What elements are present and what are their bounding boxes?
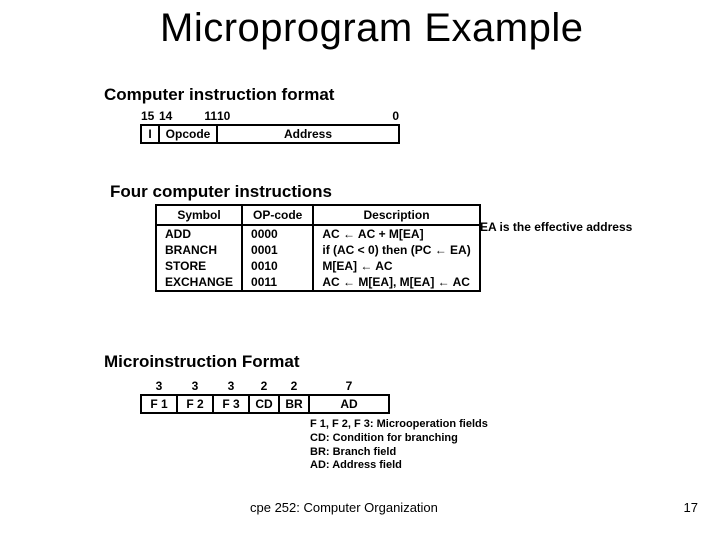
field-AD: AD [309,395,389,413]
bit-label: 1411 [159,108,217,125]
field-BR: BR [279,395,309,413]
field-F1: F 1 [141,395,177,413]
cell-symbol: BRANCH [156,242,242,258]
bit-label: 15 [141,108,159,125]
cell-desc: if (AC < 0) then (PC ← EA) [313,242,479,258]
table-row: BRANCH 0001 if (AC < 0) then (PC ← EA) [156,242,480,258]
cell-opcode: 0000 [242,225,313,242]
bit-width: 3 [177,378,213,395]
instruction-format-diagram: 15 1411 100 I Opcode Address [140,108,400,144]
legend-line: BR: Branch field [310,446,488,460]
bit-width: 3 [213,378,249,395]
legend-line: F 1, F 2, F 3: Microoperation fields [310,418,488,432]
slide-title: Microprogram Example [160,6,583,51]
table-row: ADD 0000 AC ← AC + M[EA] [156,225,480,242]
instruction-table: Symbol OP-code Description ADD 0000 AC ←… [155,204,481,292]
section-heading-instructions: Four computer instructions [110,182,332,202]
bit-width: 2 [279,378,309,395]
field-I: I [141,125,159,143]
cell-symbol: STORE [156,258,242,274]
cell-symbol: ADD [156,225,242,242]
field-F3: F 3 [213,395,249,413]
col-symbol: Symbol [156,205,242,225]
table-row: EXCHANGE 0011 AC ← M[EA], M[EA] ← AC [156,274,480,291]
table-row: STORE 0010 M[EA] ← AC [156,258,480,274]
cell-desc: AC ← M[EA], M[EA] ← AC [313,274,479,291]
field-F2: F 2 [177,395,213,413]
cell-desc: M[EA] ← AC [313,258,479,274]
section-heading-microformat: Microinstruction Format [104,352,300,372]
footer-course: cpe 252: Computer Organization [250,500,438,515]
field-address: Address [217,125,399,143]
section-heading-format: Computer instruction format [104,85,334,105]
field-opcode: Opcode [159,125,217,143]
cell-opcode: 0010 [242,258,313,274]
bit-width: 3 [141,378,177,395]
field-CD: CD [249,395,279,413]
field-legend: F 1, F 2, F 3: Microoperation fields CD:… [310,418,488,473]
col-description: Description [313,205,479,225]
cell-opcode: 0001 [242,242,313,258]
bit-width: 7 [309,378,389,395]
cell-desc: AC ← AC + M[EA] [313,225,479,242]
bit-width: 2 [249,378,279,395]
bit-label: 100 [217,108,399,125]
microinstruction-format-diagram: 3 3 3 2 2 7 F 1 F 2 F 3 CD BR AD [140,378,390,414]
legend-line: CD: Condition for branching [310,432,488,446]
page-number: 17 [684,500,698,515]
cell-opcode: 0011 [242,274,313,291]
col-opcode: OP-code [242,205,313,225]
ea-note: EA is the effective address [480,220,632,234]
cell-symbol: EXCHANGE [156,274,242,291]
legend-line: AD: Address field [310,459,488,473]
